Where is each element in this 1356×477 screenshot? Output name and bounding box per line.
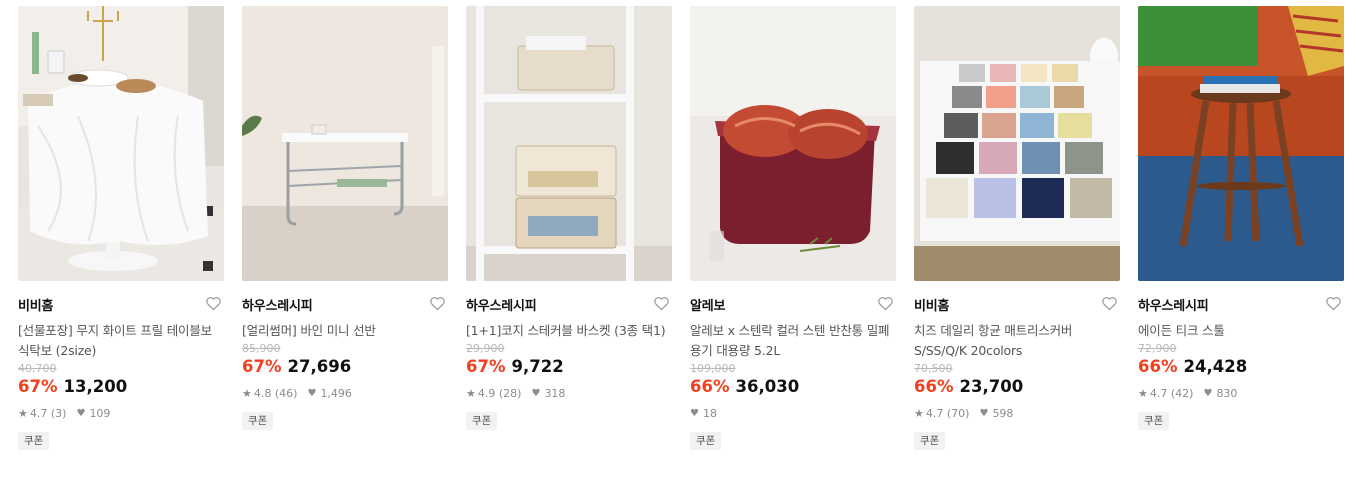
product-title[interactable]: [1+1]코지 스테커블 바스켓 (3종 택1) <box>466 321 672 341</box>
discount-rate: 67% <box>242 357 282 376</box>
star-icon: ★ <box>242 387 252 400</box>
product-meta: ★ 4.7 (42) ♥ 830 <box>1138 387 1344 401</box>
product-title[interactable]: 치즈 데일리 항균 매트리스커버 S/SS/Q/K 20colors <box>914 321 1120 361</box>
product-card[interactable]: 비비홈 [선물포장] 무지 화이트 프릴 테이블보 식탁보 (2size) 40… <box>18 6 224 450</box>
product-card[interactable]: 하우스레시피 에이든 티크 스툴 72,900 66% 24,428 ★ 4.7 … <box>1138 6 1344 430</box>
heart-outline-icon[interactable] <box>205 296 222 311</box>
product-card[interactable]: 비비홈 치즈 데일리 항균 매트리스커버 S/SS/Q/K 20colors 7… <box>914 6 1120 450</box>
heart-outline-icon[interactable] <box>429 296 446 311</box>
discount-rate: 67% <box>466 357 506 376</box>
brand-name[interactable]: 비비홈 <box>18 299 53 314</box>
star-icon: ★ <box>914 407 924 420</box>
heart-outline-icon[interactable] <box>1325 296 1342 311</box>
star-icon: ★ <box>18 407 28 420</box>
review-count: (3) <box>50 407 67 420</box>
rating-value: 4.8 <box>253 387 272 400</box>
coupon-badge: 쿠폰 <box>18 432 50 450</box>
like-count: 830 <box>1216 387 1238 400</box>
discount-rate: 66% <box>690 377 730 396</box>
discount-rate: 67% <box>18 377 58 396</box>
heart-icon: ♥ <box>690 408 699 419</box>
heart-icon: ♥ <box>1203 388 1213 399</box>
product-image[interactable] <box>18 6 224 281</box>
original-price: 40,700 <box>18 362 57 375</box>
coupon-badge: 쿠폰 <box>242 412 274 430</box>
product-card[interactable]: 알레보 알레보 x 스텐락 컬러 스텐 반찬통 밀폐용기 대용량 5.2L 10… <box>690 6 896 450</box>
product-card[interactable]: 하우스레시피 [1+1]코지 스테커블 바스켓 (3종 택1) 29,900 6… <box>466 6 672 430</box>
price-row: 66% 24,428 <box>1138 356 1344 378</box>
price-row: 67% 9,722 <box>466 356 672 378</box>
product-meta: ★ 4.7 (70) ♥ 598 <box>914 407 1120 421</box>
discount-rate: 66% <box>914 377 954 396</box>
heart-outline-icon[interactable] <box>1101 296 1118 311</box>
price-row: 67% 13,200 <box>18 376 224 398</box>
review-count: (42) <box>1170 387 1194 400</box>
product-meta: ★ 4.9 (28) ♥ 318 <box>466 387 672 401</box>
original-price: 70,500 <box>914 362 953 375</box>
sale-price: 9,722 <box>511 357 564 376</box>
product-title[interactable]: 알레보 x 스텐락 컬러 스텐 반찬통 밀폐용기 대용량 5.2L <box>690 321 896 361</box>
heart-outline-icon[interactable] <box>877 296 894 311</box>
product-title[interactable]: [선물포장] 무지 화이트 프릴 테이블보 식탁보 (2size) <box>18 321 224 361</box>
product-title[interactable]: 에이든 티크 스툴 <box>1138 321 1344 341</box>
product-title[interactable]: [얼리썸머] 바인 미니 선반 <box>242 321 448 341</box>
heart-icon: ♥ <box>76 408 86 419</box>
sale-price: 24,428 <box>1183 357 1248 376</box>
product-image[interactable] <box>466 6 672 281</box>
heart-icon: ♥ <box>979 408 989 419</box>
like-count: 1,496 <box>320 387 352 400</box>
star-icon: ★ <box>466 387 476 400</box>
product-card[interactable]: 하우스레시피 [얼리썸머] 바인 미니 선반 85,900 67% 27,696 … <box>242 6 448 430</box>
sale-price: 13,200 <box>63 377 128 396</box>
price-row: 66% 36,030 <box>690 376 896 398</box>
product-image[interactable] <box>914 6 1120 281</box>
product-image[interactable] <box>1138 6 1344 281</box>
product-image[interactable] <box>690 6 896 281</box>
original-price: 85,900 <box>242 342 281 355</box>
rating-value: 4.7 <box>29 407 48 420</box>
coupon-badge: 쿠폰 <box>690 432 722 450</box>
brand-name[interactable]: 하우스레시피 <box>242 299 313 314</box>
brand-name[interactable]: 하우스레시피 <box>466 299 537 314</box>
review-count: (46) <box>274 387 298 400</box>
product-meta: ★ 4.8 (46) ♥ 1,496 <box>242 387 448 401</box>
like-count: 598 <box>992 407 1014 420</box>
product-meta: ★ 4.7 (3) ♥ 109 <box>18 407 224 421</box>
price-row: 67% 27,696 <box>242 356 448 378</box>
brand-name[interactable]: 하우스레시피 <box>1138 299 1209 314</box>
product-grid: 비비홈 [선물포장] 무지 화이트 프릴 테이블보 식탁보 (2size) 40… <box>0 0 1356 477</box>
original-price: 109,000 <box>690 362 736 375</box>
rating-value: 4.7 <box>1149 387 1168 400</box>
price-row: 66% 23,700 <box>914 376 1120 398</box>
coupon-badge: 쿠폰 <box>914 432 946 450</box>
like-count: 109 <box>89 407 111 420</box>
discount-rate: 66% <box>1138 357 1178 376</box>
product-image[interactable] <box>242 6 448 281</box>
like-count: 318 <box>544 387 566 400</box>
product-meta: ♥ 18 <box>690 407 896 421</box>
coupon-badge: 쿠폰 <box>1138 412 1170 430</box>
original-price: 29,900 <box>466 342 505 355</box>
rating-value: 4.7 <box>925 407 944 420</box>
original-price: 72,900 <box>1138 342 1177 355</box>
review-count: (28) <box>498 387 522 400</box>
rating-value: 4.9 <box>477 387 496 400</box>
review-count: (70) <box>946 407 970 420</box>
coupon-badge: 쿠폰 <box>466 412 498 430</box>
brand-name[interactable]: 비비홈 <box>914 299 949 314</box>
sale-price: 36,030 <box>735 377 800 396</box>
like-count: 18 <box>702 407 717 420</box>
heart-outline-icon[interactable] <box>653 296 670 311</box>
brand-name[interactable]: 알레보 <box>690 299 725 314</box>
heart-icon: ♥ <box>307 388 317 399</box>
sale-price: 23,700 <box>959 377 1024 396</box>
sale-price: 27,696 <box>287 357 352 376</box>
star-icon: ★ <box>1138 387 1148 400</box>
heart-icon: ♥ <box>531 388 541 399</box>
